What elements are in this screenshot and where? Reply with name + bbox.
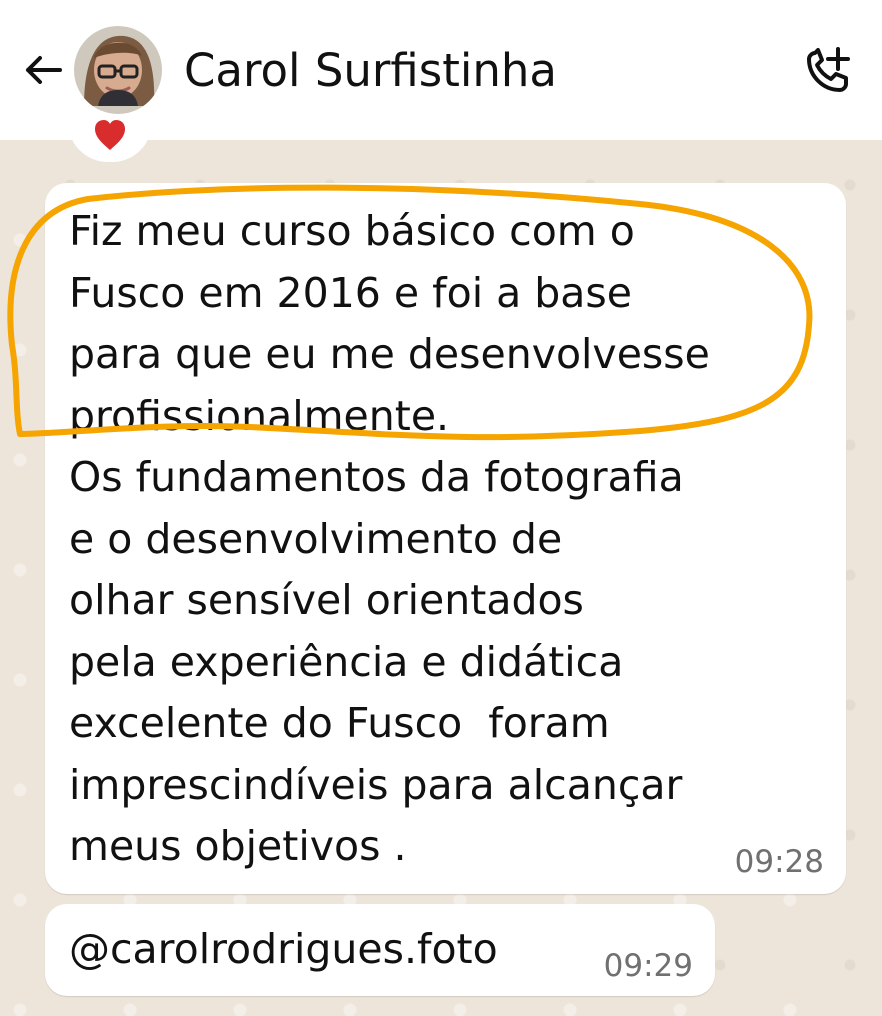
- chat-screen: Carol Surfistinha Fiz meu curso básico c…: [0, 0, 882, 1016]
- red-heart-icon: [95, 120, 125, 150]
- avatar[interactable]: [74, 26, 162, 114]
- back-arrow-icon[interactable]: [18, 46, 66, 94]
- message-bubble[interactable]: @carolrodrigues.foto 09:29: [45, 904, 715, 996]
- add-call-icon[interactable]: [798, 42, 854, 98]
- message-text: Fiz meu curso básico com o Fusco em 2016…: [69, 207, 710, 870]
- message-time: 09:29: [603, 948, 693, 984]
- message-reaction[interactable]: [68, 118, 152, 162]
- contact-name[interactable]: Carol Surfistinha: [184, 42, 557, 100]
- message-bubble[interactable]: Fiz meu curso básico com o Fusco em 2016…: [45, 183, 846, 894]
- avatar-image: [74, 26, 162, 114]
- message-time: 09:28: [734, 844, 824, 880]
- message-text: @carolrodrigues.foto: [69, 925, 498, 973]
